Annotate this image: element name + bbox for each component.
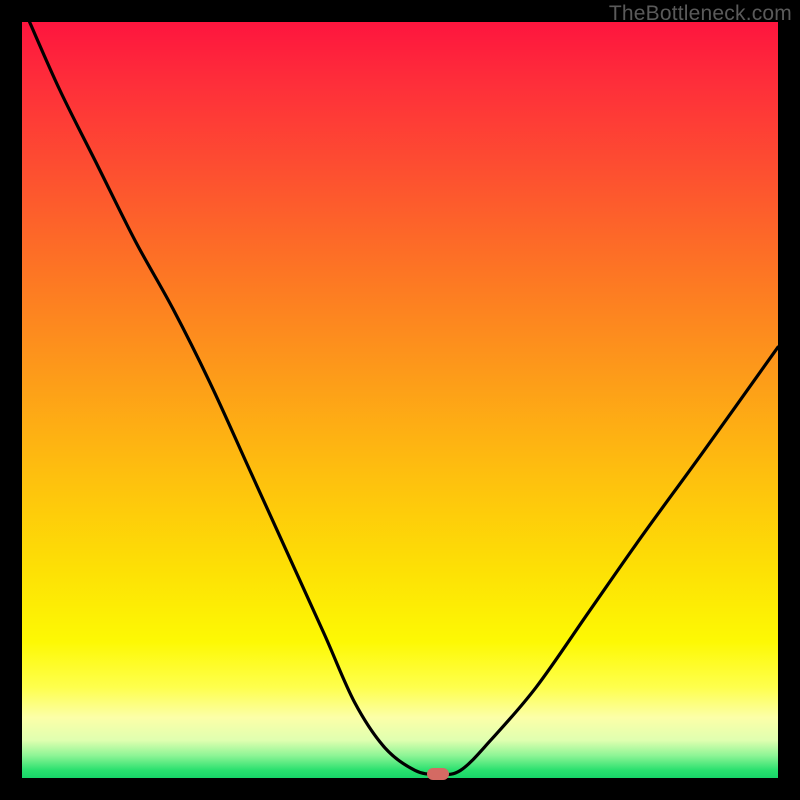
plot-area xyxy=(22,22,778,778)
optimum-marker xyxy=(427,768,449,780)
curve-path xyxy=(30,22,778,775)
chart-frame: TheBottleneck.com xyxy=(0,0,800,800)
watermark-text: TheBottleneck.com xyxy=(609,2,792,26)
bottleneck-curve xyxy=(22,22,778,778)
